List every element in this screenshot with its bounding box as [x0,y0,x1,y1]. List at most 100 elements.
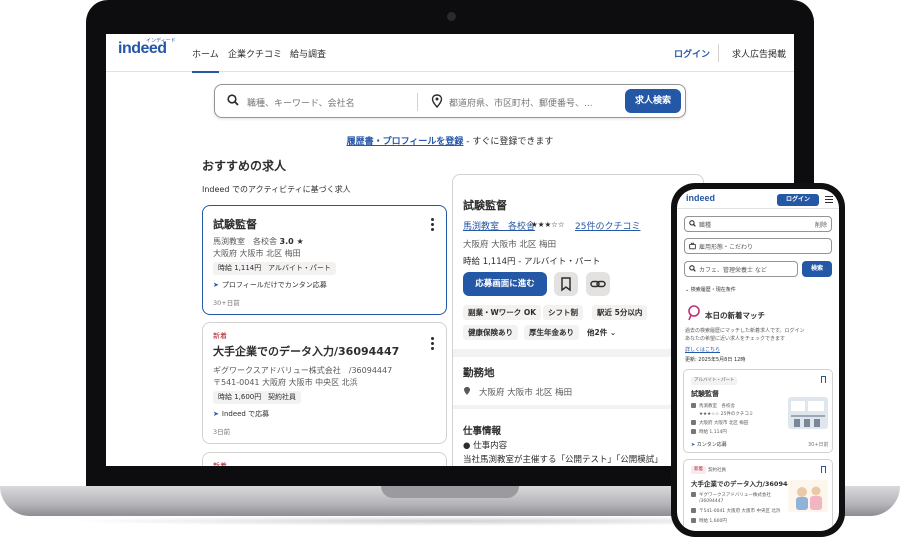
section-divider [453,349,703,357]
employer-link[interactable]: 求人広告掲載 [732,47,786,60]
job-title[interactable]: 大手企業でのデータ入力/36094447 [691,478,801,488]
job-card[interactable]: 新着 大手企業でのデータ入力/36094447 ギグワークスアドバリュー株式会社… [202,322,447,444]
match-text: 過去の検索履歴にマッチした新着求人です。ログイン [685,328,805,334]
keyword-placeholder: カフェ、管理栄養士 など [699,267,767,274]
logo-kana: インディード [146,38,176,44]
job-thumbnail [788,397,828,429]
location-icon [691,508,696,513]
mobile-job-card[interactable]: 新着 契約社員 大手企業でのデータ入力/36094447 ギグワークスアドバリュ… [683,459,833,531]
mobile-what-input[interactable]: 職種 削除 [684,216,832,232]
detail-reviews-link[interactable]: 25件のクチコミ [575,219,640,232]
indeed-logo[interactable]: indeed [686,193,715,203]
location-icon [691,420,696,425]
resume-register-link[interactable]: 履歴書・プロフィールを登録 [347,137,464,147]
search-icon [689,265,696,272]
indeed-apply: ➤ Indeed で応募 [213,410,270,418]
updated-time: 更新: 2025年5月8日 12時 [685,357,746,363]
more-tags-button[interactable]: 他2件 ⌄ [587,327,616,338]
search-divider [417,93,418,111]
resume-prompt: 履歴書・プロフィールを登録 - すぐに登録できます [106,134,794,147]
detail-company-link[interactable]: 馬渕教室 各校舎 [463,219,535,232]
job-card-selected[interactable]: 試験監督 馬渕教室 各校舎 3.0 ★ 大阪府 大阪市 北区 梅田 時給 1,1… [202,205,447,315]
company-icon [691,403,696,408]
jobinfo-bullet: ● 仕事内容 [463,441,508,451]
job-rating: 3.0 ★ [279,237,304,246]
job-title[interactable]: 試験監督 [691,389,719,399]
job-search-button[interactable]: 求人検索 [625,89,681,113]
login-link[interactable]: ログイン [674,47,710,60]
send-icon: ➤ [213,410,219,418]
briefcase-icon [689,242,696,250]
mobile-filter-input[interactable]: 雇用形態・こだわり [684,238,832,254]
recommended-subtitle: Indeed でのアクティビティに基づく求人 [202,185,351,194]
match-detail-link[interactable]: 詳しくはこちら [685,346,720,353]
device-mockup: indeed インディード ホーム 企業クチコミ 給与調査 ログイン 求人広告掲… [0,0,900,544]
search-bar: 職種、キーワード、会社名 都道府県、市区町村、郵便番号、... 求人検索 [214,84,686,118]
apply-button[interactable]: 応募画面に進む [463,272,547,296]
mobile-keyword-input[interactable]: カフェ、管理栄養士 など [684,261,798,277]
jobinfo-heading: 仕事情報 [463,426,502,437]
posted-date: 30+日前 [808,442,829,448]
benefit-tag: シフト制 [543,305,583,320]
where-input[interactable]: 都道府県、市区町村、郵便番号、... [449,96,593,109]
match-icon [688,305,700,321]
job-pay: 時給 1,600円 [699,519,727,524]
company-icon [691,492,696,497]
mobile-job-card[interactable]: アルバイト・パート 試験監督 馬渕教室 各校舎 ★★★☆☆ 25件のクチコミ 大… [683,369,833,453]
detail-pay: 時給 1,114円 - アルバイト・パート [463,257,601,267]
job-company: 馬渕教室 各校舎 [699,404,735,409]
search-history-toggle[interactable]: ⌄ 検索履歴・現在条件 [685,286,736,293]
type-tag: 契約社員 [708,468,726,473]
more-options-icon[interactable] [431,337,434,352]
share-link-button[interactable] [586,272,610,296]
more-options-icon[interactable] [431,218,434,233]
nav-company-reviews[interactable]: 企業クチコミ [228,47,282,60]
job-detail-pane: 試験監督 馬渕教室 各校舎 ★★★☆☆ 25件のクチコミ 大阪府 大阪市 北区 … [452,174,704,466]
workplace-heading: 勤務地 [463,367,495,379]
nav-divider [718,44,719,62]
type-tag: アルバイト・パート [691,377,738,385]
job-location: 〒541-0041 大阪府 大阪市 中央区 北浜 [213,378,358,387]
nav-home[interactable]: ホーム [192,47,219,73]
job-company-id: /36094447 [699,499,724,504]
location-pin-icon [464,387,470,395]
bookmark-icon[interactable] [821,466,826,473]
workplace-address: 大阪府 大阪市 北区 梅田 [479,388,573,398]
type-tag: 契約社員 [263,391,301,404]
pay-tag: 時給 1,600円 [213,391,267,404]
nav-salary[interactable]: 給与調査 [290,47,326,60]
what-input[interactable]: 職種、キーワード、会社名 [247,96,355,109]
laptop-notch [381,486,519,498]
new-badge: 新着 [213,462,227,466]
job-thumbnail [788,480,828,512]
mobile-header: indeed ログイン [677,189,839,209]
pay-tag: 時給 1,114円 [213,262,267,275]
mobile-screen: indeed ログイン 職種 削除 雇用形態・こだわり カフェ、管理栄養士 など… [677,189,839,531]
mobile-login-button[interactable]: ログイン [777,194,819,206]
link-icon [590,280,606,288]
benefit-tag: 副業・Wワーク OK [463,305,542,320]
top-nav: indeed インディード ホーム 企業クチコミ 給与調査 ログイン 求人広告掲… [106,34,794,73]
bookmark-icon[interactable] [821,376,826,383]
jobinfo-text: 当社馬渕教室が主催する「公開テスト」「公開模試」 [463,455,663,465]
pay-icon [691,518,696,523]
job-company: ギグワークスアドバリュー株式会社 /36094447 [213,366,393,375]
new-badge: 新着 [691,466,706,474]
job-location: 大阪府 大阪市 北区 梅田 [213,249,301,258]
pay-icon [691,429,696,434]
match-text: あなたの希望に近い求人をチェックできます [685,336,786,342]
hamburger-menu-icon[interactable] [825,196,833,205]
job-rating: ★★★☆☆ 25件のクチコミ [699,412,754,417]
clear-button[interactable]: 削除 [815,220,827,229]
easy-apply: ➤ プロフィールだけでカンタン応募 [213,281,327,289]
benefit-tag: 駅近 5分以内 [592,305,648,320]
new-badge: 新着 [213,332,227,340]
mobile-search-button[interactable]: 検索 [802,261,832,277]
posted-date: 30+日前 [213,299,240,307]
job-title[interactable]: 大手企業でのデータ入力/36094447 [213,343,399,359]
job-title[interactable]: 試験監督 [213,216,257,232]
detail-location: 大阪府 大阪市 北区 梅田 [463,240,557,250]
save-job-button[interactable] [554,272,578,296]
job-card[interactable]: 新着 [202,452,447,466]
detail-stars: ★★★☆☆ [531,220,565,229]
